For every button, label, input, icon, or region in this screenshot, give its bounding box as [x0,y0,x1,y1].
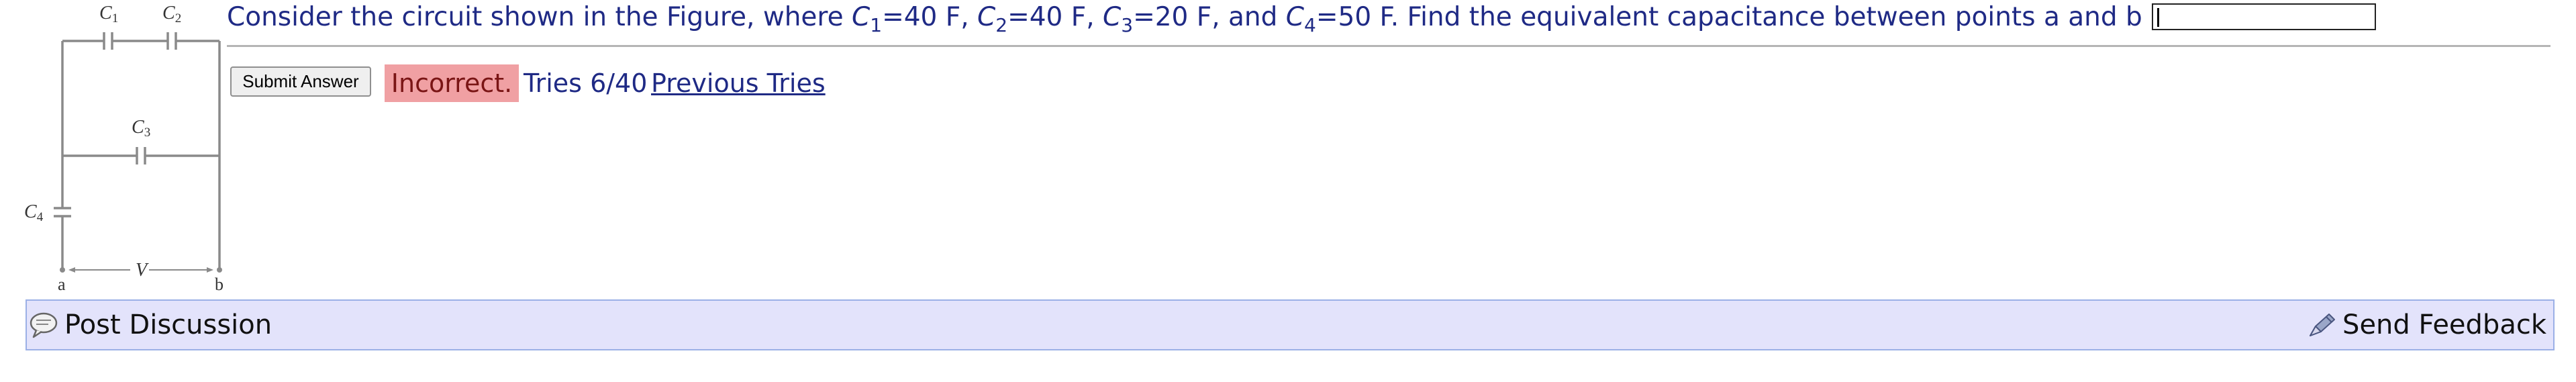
post-discussion-label: Post Discussion [64,309,273,340]
c2-symbol: C [977,2,996,32]
point-b-label: b [215,275,224,294]
terminal-b [217,267,222,273]
c1-label: C1 [99,3,118,26]
c4-value: =50 F. Find the equivalent capacitance b… [1316,2,2142,32]
question-text: Consider the circuit shown in the Figure… [227,0,2376,38]
c3-label: C3 [132,117,150,140]
c2-subscript: 2 [995,13,1008,36]
submit-answer-button[interactable]: Submit Answer [230,66,371,97]
circuit-figure: C1 C2 C3 C4 V a b [20,0,235,299]
c3-subscript: 3 [1121,13,1134,36]
feedback-pencil-icon [2306,309,2338,341]
circuit-diagram: C1 C2 C3 C4 V a b [24,3,224,294]
discussion-bar: Post Discussion Send Feedback [26,299,2555,350]
tries-count: Tries 6/40 [524,68,648,98]
c1-symbol: C [852,2,871,32]
question-intro: Consider the circuit shown in the Figure… [227,2,852,32]
status-badge: Incorrect. [385,64,519,102]
divider [227,45,2550,47]
post-discussion-button[interactable]: Post Discussion [28,301,272,349]
send-feedback-button[interactable]: Send Feedback [2306,301,2546,349]
voltage-label: V [136,260,149,281]
send-feedback-label: Send Feedback [2342,309,2546,340]
c3-value: =20 F, and [1133,2,1286,32]
c4-subscript: 4 [1304,13,1316,36]
text-caret [2157,7,2159,27]
c3-symbol: C [1103,2,1122,32]
answer-input[interactable] [2151,3,2376,30]
discussion-bubble-icon [28,309,59,340]
c4-label: C4 [24,201,44,224]
terminal-a [60,267,65,273]
c1-value: =40 F, [882,2,977,32]
point-a-label: a [58,275,66,294]
c4-symbol: C [1285,2,1304,32]
c2-value: =40 F, [1007,2,1103,32]
c1-subscript: 1 [870,13,883,36]
c2-label: C2 [162,3,181,26]
previous-tries-link[interactable]: Previous Tries [651,64,826,102]
